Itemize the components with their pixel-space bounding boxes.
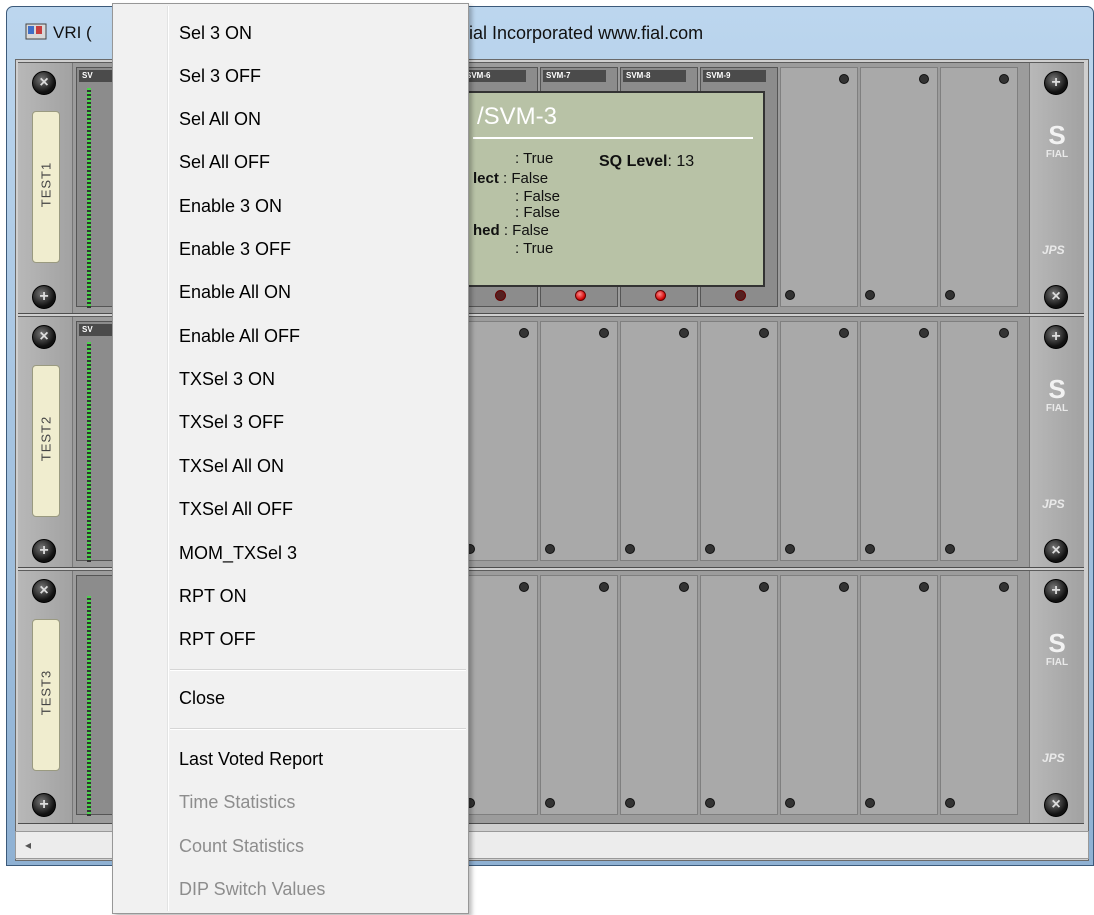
menu-separator xyxy=(170,669,466,671)
status-led xyxy=(495,290,506,301)
rack-label: TEST1 xyxy=(38,161,54,208)
jps-logo: JPS xyxy=(1042,751,1065,765)
screw-x-icon: × xyxy=(32,71,56,95)
tooltip-line: : True xyxy=(515,150,554,167)
window-title-company: ial Incorporated www.fial.com xyxy=(469,23,704,43)
tooltip-title: /SVM-3 xyxy=(477,103,558,130)
empty-slot xyxy=(700,575,778,815)
menu-item-sel-3-on[interactable]: Sel 3 ON xyxy=(179,18,252,48)
menu-item-dip-switch-values: DIP Switch Values xyxy=(179,879,326,899)
rack-label: TEST2 xyxy=(38,415,54,462)
rack-left-rail: × TEST1 + xyxy=(18,63,73,313)
screw-plus-icon: + xyxy=(32,539,56,563)
fial-logo: S FIAL xyxy=(1045,374,1069,414)
menu-item-sel-all-on[interactable]: Sel All ON xyxy=(179,104,261,134)
menu-item-rpt-on[interactable]: RPT ON xyxy=(179,581,247,611)
empty-slot xyxy=(780,321,858,561)
module-tooltip: /SVM-3 SQ Level: 13 : True lect : False … xyxy=(467,91,765,287)
menu-item-txsel-3-off[interactable]: TXSel 3 OFF xyxy=(179,407,284,437)
module-name: SVM-6 xyxy=(463,70,526,82)
empty-slot xyxy=(860,67,938,307)
screw-x-icon: × xyxy=(1044,539,1068,563)
screw-x-icon: × xyxy=(1044,793,1068,817)
status-led xyxy=(655,290,666,301)
empty-slot xyxy=(540,575,618,815)
empty-slot xyxy=(940,321,1018,561)
rack-label: TEST3 xyxy=(38,669,54,716)
tooltip-divider xyxy=(473,137,753,139)
tooltip-line: lect : False xyxy=(473,170,549,187)
scroll-left-arrow-icon[interactable]: ◂ xyxy=(16,832,40,858)
level-meter xyxy=(87,342,91,562)
empty-slot xyxy=(940,67,1018,307)
empty-slot xyxy=(700,321,778,561)
menu-item-mom-txsel-3[interactable]: MOM_TXSel 3 xyxy=(179,538,297,568)
empty-slot xyxy=(860,575,938,815)
module-name: SVM-7 xyxy=(543,70,606,82)
tooltip-line: : False xyxy=(515,204,561,221)
menu-separator xyxy=(170,728,466,730)
screw-plus-icon: + xyxy=(1044,579,1068,603)
empty-slot xyxy=(620,321,698,561)
rack-label-card: TEST2 xyxy=(32,365,60,517)
fial-logo: S FIAL xyxy=(1045,120,1069,160)
app-icon xyxy=(25,23,47,40)
screw-plus-icon: + xyxy=(1044,71,1068,95)
screw-x-icon: × xyxy=(32,325,56,349)
tooltip-line: hed : False xyxy=(473,222,549,239)
screw-plus-icon: + xyxy=(1044,325,1068,349)
empty-slot xyxy=(780,67,858,307)
menu-item-close[interactable]: Close xyxy=(179,683,225,713)
context-menu: Sel 3 ON Sel 3 OFF Sel All ON Sel All OF… xyxy=(112,3,469,914)
rack-label-card: TEST3 xyxy=(32,619,60,771)
window-title: VRI ( xyxy=(53,23,92,42)
menu-item-sel-3-off[interactable]: Sel 3 OFF xyxy=(179,61,261,91)
rack-label-card: TEST1 xyxy=(32,111,60,263)
empty-slot xyxy=(540,321,618,561)
level-meter xyxy=(87,88,91,308)
menu-item-time-statistics: Time Statistics xyxy=(179,792,296,812)
jps-logo: JPS xyxy=(1042,243,1065,257)
level-meter xyxy=(87,596,91,816)
menu-item-enable-3-on[interactable]: Enable 3 ON xyxy=(179,191,282,221)
empty-slot xyxy=(860,321,938,561)
jps-logo: JPS xyxy=(1042,497,1065,511)
status-led xyxy=(575,290,586,301)
rack-left-rail: × TEST3 + xyxy=(18,571,73,823)
menu-item-enable-all-on[interactable]: Enable All ON xyxy=(179,277,291,307)
menu-item-count-statistics: Count Statistics xyxy=(179,836,305,856)
menu-item-enable-3-off[interactable]: Enable 3 OFF xyxy=(179,234,291,264)
menu-item-txsel-all-off[interactable]: TXSel All OFF xyxy=(179,494,293,524)
rack-left-rail: × TEST2 + xyxy=(18,317,73,567)
empty-slot xyxy=(460,321,538,561)
menu-item-txsel-all-on[interactable]: TXSel All ON xyxy=(179,451,284,481)
rack-right-rail: + S FIAL JPS × xyxy=(1029,63,1084,313)
fial-logo: S FIAL xyxy=(1045,628,1069,668)
rack-right-rail: + S FIAL JPS × xyxy=(1029,317,1084,567)
rack-right-rail: + S FIAL JPS × xyxy=(1029,571,1084,823)
tooltip-line: : True xyxy=(515,240,554,257)
menu-item-enable-all-off[interactable]: Enable All OFF xyxy=(179,321,300,351)
screw-x-icon: × xyxy=(32,579,56,603)
module-name: SVM-8 xyxy=(623,70,686,82)
empty-slot xyxy=(780,575,858,815)
menu-gutter xyxy=(167,6,169,911)
tooltip-line: : False xyxy=(515,188,561,205)
module-name: SVM-9 xyxy=(703,70,766,82)
empty-slot xyxy=(460,575,538,815)
menu-item-sel-all-off[interactable]: Sel All OFF xyxy=(179,147,270,177)
status-led xyxy=(735,290,746,301)
screw-plus-icon: + xyxy=(32,793,56,817)
menu-item-last-voted-report[interactable]: Last Voted Report xyxy=(179,744,323,774)
menu-item-txsel-3-on[interactable]: TXSel 3 ON xyxy=(179,364,275,394)
screw-plus-icon: + xyxy=(32,285,56,309)
tooltip-sq-level: SQ Level: 13 xyxy=(599,153,695,170)
empty-slot xyxy=(620,575,698,815)
screw-x-icon: × xyxy=(1044,285,1068,309)
empty-slot xyxy=(940,575,1018,815)
menu-item-rpt-off[interactable]: RPT OFF xyxy=(179,624,256,654)
